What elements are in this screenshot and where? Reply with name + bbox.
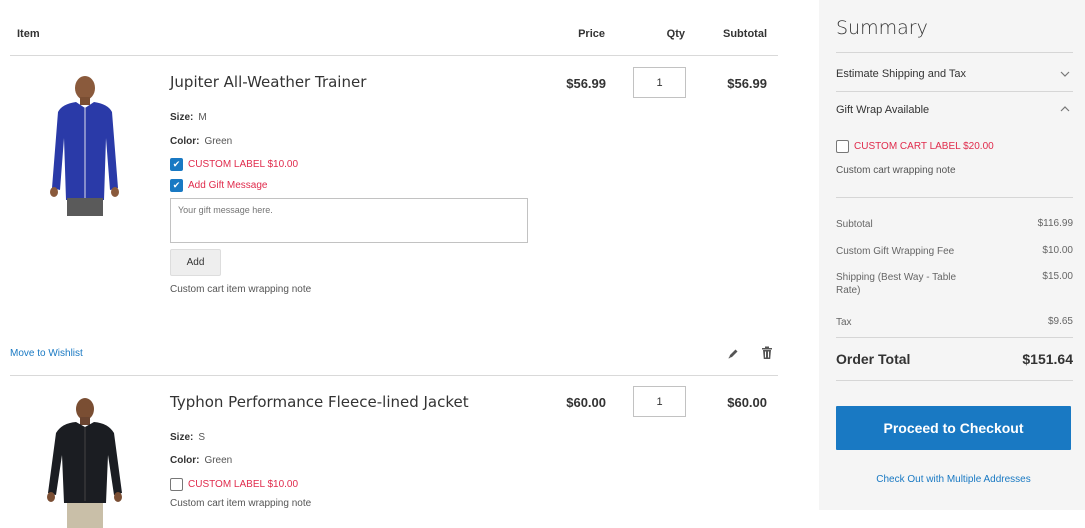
gift-message-row: ✔ Add Gift Message xyxy=(170,179,267,192)
cart-table: Item Price Qty Subtotal Jupiter All-Weat… xyxy=(0,0,780,528)
summary-divider xyxy=(836,91,1073,92)
order-summary: Summary Estimate Shipping and Tax Gift W… xyxy=(819,0,1085,510)
product-image[interactable] xyxy=(40,393,130,528)
item-wrapping-note: Custom cart item wrapping note xyxy=(170,498,312,509)
tax-label: Tax xyxy=(836,317,852,328)
gift-wrap-toggle[interactable]: Gift Wrap Available xyxy=(836,104,929,116)
proceed-to-checkout-button[interactable]: Proceed to Checkout xyxy=(836,406,1071,450)
header-divider xyxy=(10,55,778,56)
option-color: Color: Green xyxy=(170,455,232,466)
column-header-price: Price xyxy=(578,28,605,40)
custom-label-checkbox[interactable] xyxy=(170,478,183,491)
checkmark-icon: ✔ xyxy=(172,159,181,169)
gift-message-label: Add Gift Message xyxy=(188,180,268,191)
estimate-shipping-toggle[interactable]: Estimate Shipping and Tax xyxy=(836,68,966,80)
option-size-label: Size: xyxy=(170,112,194,123)
item-divider xyxy=(10,375,778,376)
qty-input[interactable] xyxy=(633,67,686,98)
cart-wrapping-note: Custom cart wrapping note xyxy=(836,165,956,176)
add-gift-message-button[interactable]: Add xyxy=(170,249,221,276)
order-total-label: Order Total xyxy=(836,351,911,367)
custom-cart-label-row: CUSTOM CART LABEL $20.00 xyxy=(836,140,994,153)
checkmark-icon: ✔ xyxy=(172,180,181,190)
product-name[interactable]: Jupiter All-Weather Trainer xyxy=(170,73,366,91)
item-wrapping-note: Custom cart item wrapping note xyxy=(170,284,312,295)
option-size-label: Size: xyxy=(170,432,194,443)
column-header-subtotal: Subtotal xyxy=(723,28,767,40)
product-subtotal: $60.00 xyxy=(727,395,767,410)
option-color-value: Green xyxy=(204,455,233,466)
option-size-value: M xyxy=(198,112,207,123)
product-name[interactable]: Typhon Performance Fleece-lined Jacket xyxy=(170,393,469,411)
tax-value: $9.65 xyxy=(1047,316,1073,327)
option-size-value: S xyxy=(198,432,206,443)
product-subtotal: $56.99 xyxy=(727,76,767,91)
option-color-value: Green xyxy=(204,136,233,147)
custom-label-text: CUSTOM LABEL $10.00 xyxy=(188,159,299,170)
option-size: Size: S xyxy=(170,432,205,443)
chevron-up-icon[interactable] xyxy=(1059,103,1071,115)
shipping-label: Shipping (Best Way - Table Rate) xyxy=(836,272,957,296)
summary-divider xyxy=(836,380,1073,381)
gift-message-checkbox[interactable]: ✔ xyxy=(170,179,183,192)
gift-wrapping-fee-value: $10.00 xyxy=(1042,245,1073,256)
chevron-down-icon[interactable] xyxy=(1059,68,1071,80)
multiple-addresses-link[interactable]: Check Out with Multiple Addresses xyxy=(836,474,1071,485)
option-color-label: Color: xyxy=(170,136,200,147)
summary-divider xyxy=(836,197,1073,198)
qty-input[interactable] xyxy=(633,386,686,417)
product-price: $60.00 xyxy=(566,395,606,410)
summary-divider xyxy=(836,337,1073,338)
summary-divider xyxy=(836,52,1073,53)
summary-title: Summary xyxy=(836,17,928,39)
custom-cart-label-checkbox[interactable] xyxy=(836,140,849,153)
move-to-wishlist-link[interactable]: Move to Wishlist xyxy=(10,348,83,359)
pencil-icon[interactable] xyxy=(726,347,740,361)
subtotal-label: Subtotal xyxy=(836,219,873,230)
gift-message-input[interactable] xyxy=(170,198,528,243)
custom-label-checkbox[interactable]: ✔ xyxy=(170,158,183,171)
order-total-value: $151.64 xyxy=(1022,351,1073,367)
product-price: $56.99 xyxy=(566,76,606,91)
custom-label-row: CUSTOM LABEL $10.00 xyxy=(170,478,298,491)
shipping-value: $15.00 xyxy=(1042,271,1073,282)
custom-label-row: ✔ CUSTOM LABEL $10.00 xyxy=(170,158,298,171)
gift-wrapping-fee-label: Custom Gift Wrapping Fee xyxy=(836,246,955,257)
option-color: Color: Green xyxy=(170,136,232,147)
subtotal-value: $116.99 xyxy=(1037,218,1073,229)
trash-icon[interactable] xyxy=(760,346,774,360)
column-header-qty: Qty xyxy=(666,28,685,40)
product-image[interactable] xyxy=(40,68,130,218)
custom-cart-label-text: CUSTOM CART LABEL $20.00 xyxy=(854,141,994,152)
option-color-label: Color: xyxy=(170,455,200,466)
custom-label-text: CUSTOM LABEL $10.00 xyxy=(188,479,299,490)
option-size: Size: M xyxy=(170,112,207,123)
column-header-item: Item xyxy=(17,28,40,40)
